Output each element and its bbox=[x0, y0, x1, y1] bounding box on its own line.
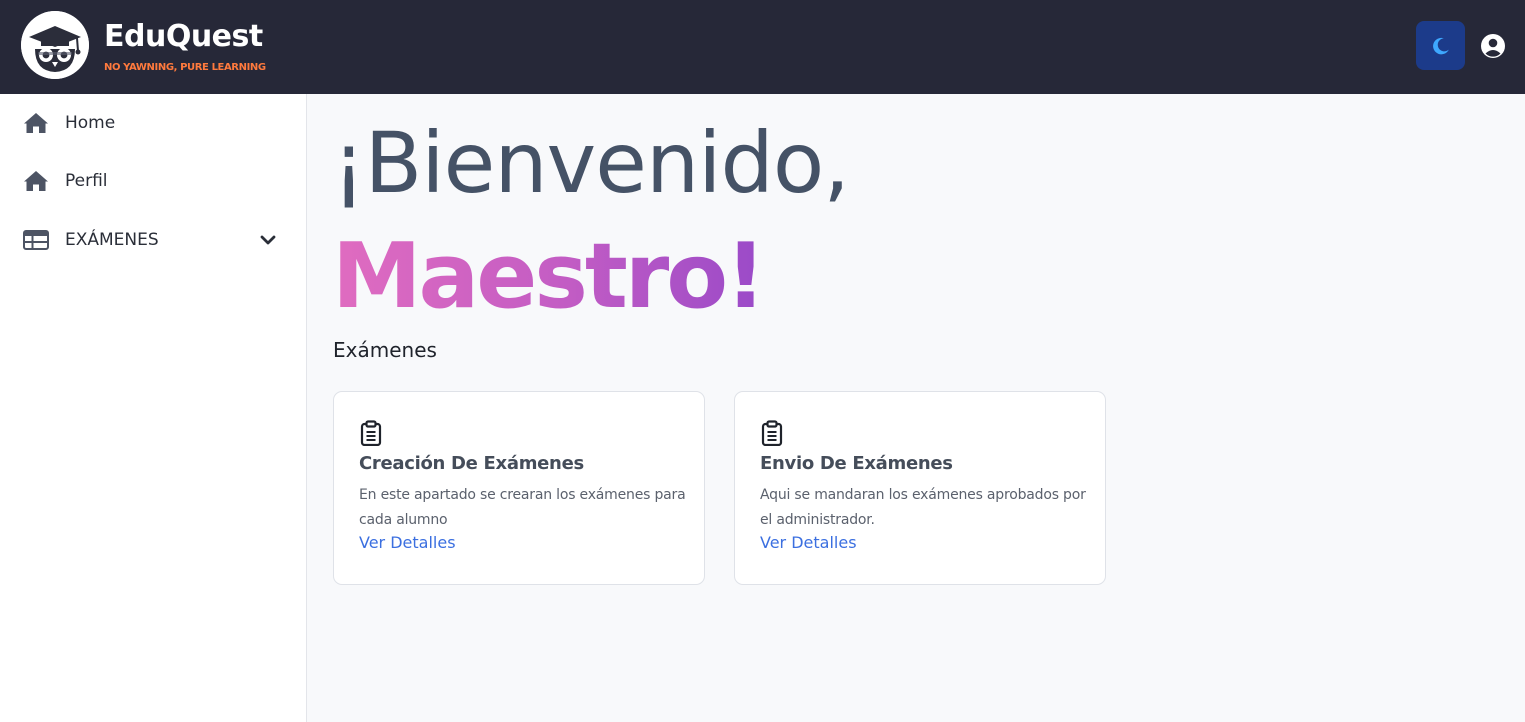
welcome-role-name: Maestro! bbox=[332, 222, 766, 332]
table-icon bbox=[23, 227, 49, 253]
owl-graduate-logo-icon[interactable] bbox=[21, 11, 89, 79]
clipboard-icon bbox=[761, 420, 783, 447]
sidebar-item-label: EXÁMENES bbox=[65, 230, 159, 250]
card-title: Creación De Exámenes bbox=[359, 453, 584, 474]
ver-detalles-link[interactable]: Ver Detalles bbox=[760, 533, 857, 552]
sidebar: Home Perfil EXÁMENES bbox=[0, 94, 307, 722]
section-title: Exámenes bbox=[333, 338, 437, 362]
sidebar-item-label: Perfil bbox=[65, 171, 108, 191]
top-navbar: EduQuest NO YAWNING, PURE LEARNING bbox=[0, 0, 1525, 94]
card-description: En este apartado se crearan los exámenes… bbox=[359, 487, 686, 528]
clipboard-icon bbox=[360, 420, 382, 447]
sidebar-item-perfil[interactable]: Perfil bbox=[0, 157, 306, 205]
user-circle-icon bbox=[1481, 34, 1505, 58]
card-title: Envio De Exámenes bbox=[760, 453, 953, 474]
brand-tagline: NO YAWNING, PURE LEARNING bbox=[104, 62, 266, 73]
home-icon bbox=[23, 110, 49, 136]
user-account-button[interactable] bbox=[1480, 33, 1506, 59]
brand-name: EduQuest bbox=[104, 19, 263, 54]
ver-detalles-link[interactable]: Ver Detalles bbox=[359, 533, 456, 552]
moon-icon bbox=[1432, 37, 1449, 54]
sidebar-item-label: Home bbox=[65, 113, 116, 133]
card-description: Aqui se mandaran los exámenes aprobados … bbox=[760, 487, 1086, 528]
chevron-down-icon[interactable] bbox=[258, 230, 278, 250]
sidebar-item-home[interactable]: Home bbox=[0, 99, 306, 147]
exam-card-creacion: Creación De Exámenes En este apartado se… bbox=[333, 391, 705, 585]
theme-toggle-button[interactable] bbox=[1416, 21, 1465, 70]
home-icon bbox=[23, 168, 49, 194]
sidebar-item-examenes[interactable]: EXÁMENES bbox=[0, 216, 306, 264]
welcome-heading: ¡Bienvenido, bbox=[332, 114, 850, 212]
exam-card-envio: Envio De Exámenes Aqui se mandaran los e… bbox=[734, 391, 1106, 585]
